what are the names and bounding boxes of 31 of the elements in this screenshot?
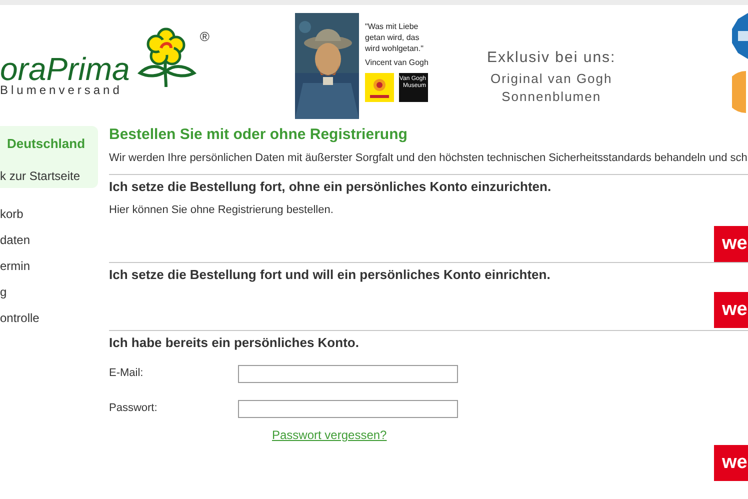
- checkout-step: ermin: [0, 258, 98, 284]
- checkout-step: daten: [0, 232, 98, 258]
- field-label: E-Mail:: [109, 366, 144, 382]
- country-name: Deutschland: [6, 135, 86, 153]
- continue-button[interactable]: we: [714, 226, 748, 262]
- page-title: Bestellen Sie mit oder ohne Registrierung: [109, 126, 408, 144]
- text-field[interactable]: [238, 400, 458, 418]
- section-text: Hier können Sie ohne Registrierung bestellen.: [109, 202, 334, 218]
- checkout-step: ontrolle: [0, 310, 98, 336]
- quote-text: "Was mit Liebe getan wird, das wird wohlgetan.": [365, 21, 424, 54]
- section-heading: Ich setze die Bestellung fort, ohne ein persönliches Konto einzurichten.: [109, 178, 552, 196]
- promo-text: Sonnenblumen: [502, 88, 602, 106]
- promo-text: Original van Gogh: [490, 70, 612, 88]
- checkout-step: g: [0, 284, 98, 310]
- intro-text: Wir werden Ihre persönlichen Daten mit äußerster Sorgfalt und den höchsten technischen Sicherheitsstandards behandeln und sch: [109, 151, 748, 166]
- registered-mark: ®: [200, 28, 210, 46]
- forgot-password-link[interactable]: Passwort vergessen?: [272, 428, 387, 442]
- quote-author: Vincent van Gogh: [365, 57, 430, 69]
- continue-button[interactable]: we: [714, 445, 748, 481]
- quality-seal-icon: [732, 13, 748, 59]
- promo-title: Exklusiv bei uns:: [487, 48, 616, 68]
- checkout-step: korb: [0, 206, 98, 232]
- sunflower-badge-icon: [365, 73, 394, 102]
- field-label: Passwort:: [109, 401, 158, 416]
- section-heading: Ich habe bereits ein persönliches Konto.: [109, 334, 360, 352]
- section-heading: Ich setze die Bestellung fort und will ein persönliches Konto einrichten.: [109, 266, 552, 284]
- text-field[interactable]: [238, 364, 458, 382]
- certificate-seal-icon: [732, 71, 746, 113]
- logo-tagline: Blumenversand: [0, 83, 124, 97]
- continue-button[interactable]: we: [714, 292, 748, 328]
- home-link[interactable]: k zur Startseite: [0, 166, 98, 184]
